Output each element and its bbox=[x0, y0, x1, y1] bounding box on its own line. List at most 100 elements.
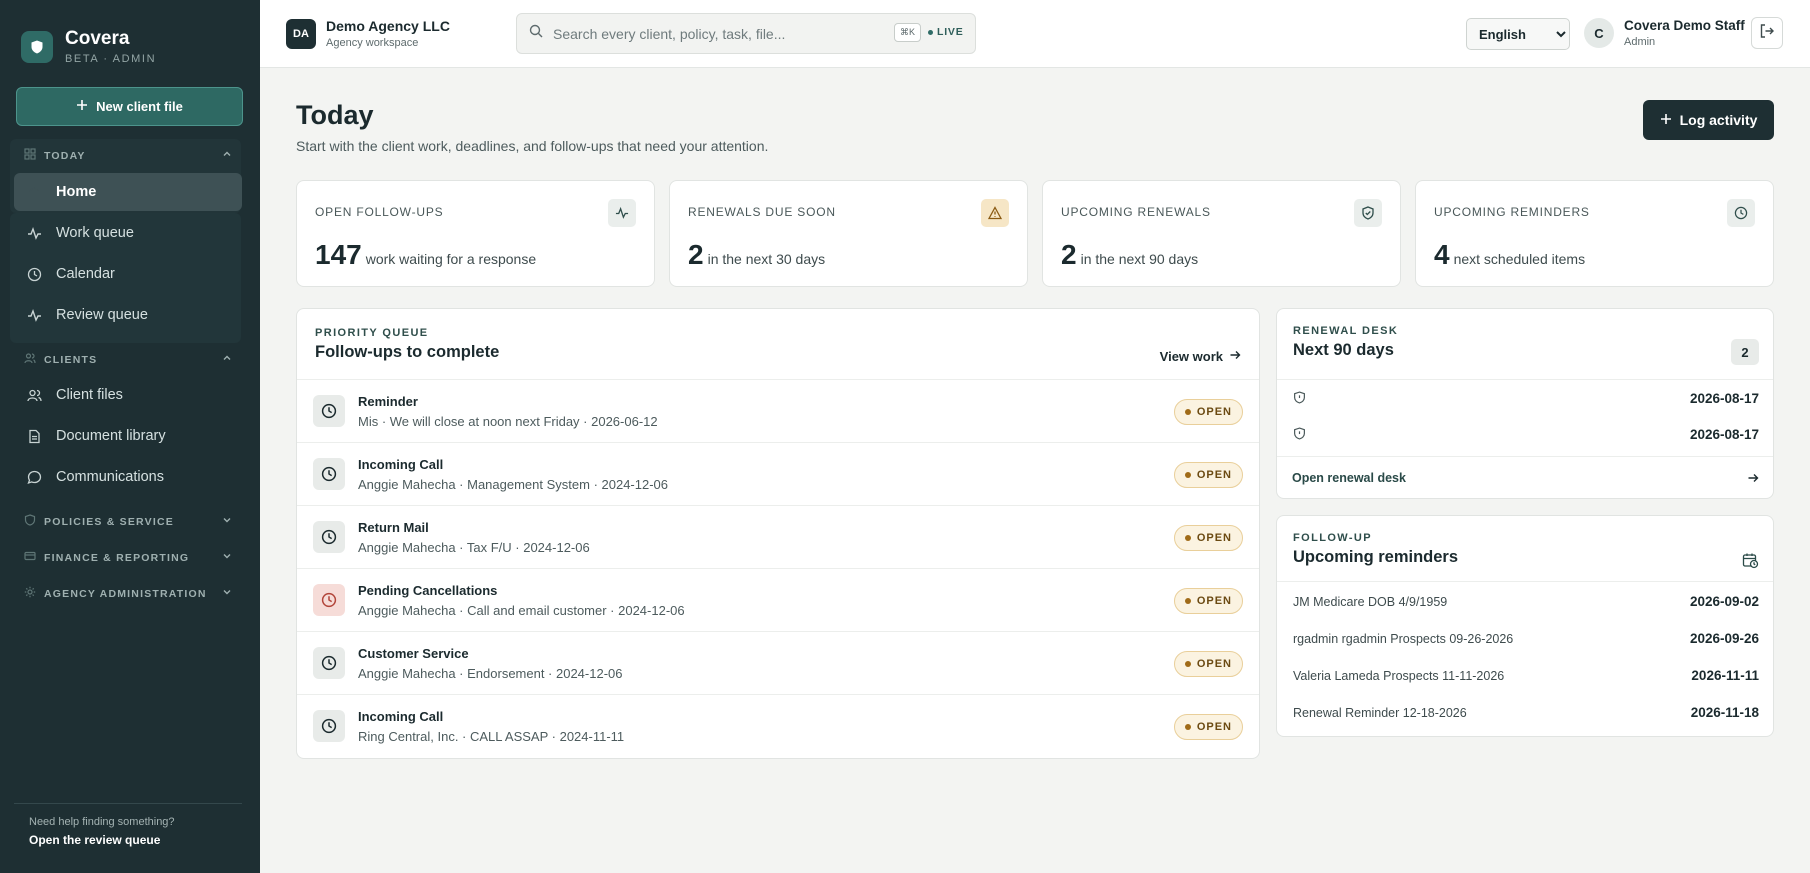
list-item[interactable]: rgadmin rgadmin Prospects 09-26-2026 202… bbox=[1277, 621, 1773, 658]
reminder-date: 2026-09-02 bbox=[1689, 594, 1759, 609]
plus-icon bbox=[76, 99, 88, 114]
user-menu[interactable]: C Covera Demo Staff Admin bbox=[1584, 18, 1745, 48]
activity-icon bbox=[26, 307, 42, 323]
status-badge: OPEN bbox=[1173, 525, 1243, 551]
renewal-desk-title: Next 90 days bbox=[1293, 341, 1394, 359]
status-dot-icon bbox=[1184, 724, 1191, 730]
logout-button[interactable] bbox=[1751, 17, 1783, 49]
table-row[interactable]: Return Mail Anggie Mahecha · Tax F/U · 2… bbox=[297, 505, 1259, 568]
shield-check-icon bbox=[1354, 199, 1382, 227]
stat-upcoming-reminders[interactable]: UPCOMING REMINDERS 4 next scheduled item… bbox=[1415, 180, 1774, 287]
sidebar-item-client-files[interactable]: Client files bbox=[14, 376, 242, 414]
list-item[interactable]: Renewal Reminder 12-18-2026 2026-11-18 bbox=[1277, 695, 1773, 732]
sidebar-item-label: Work queue bbox=[56, 225, 134, 241]
sidebar-item-calendar[interactable]: Calendar bbox=[14, 255, 242, 293]
top-bar: DA Demo Agency LLC Agency workspace ⌘K L… bbox=[260, 0, 1810, 68]
status-dot-icon bbox=[1184, 409, 1191, 415]
list-item[interactable]: 2026-08-17 bbox=[1277, 416, 1773, 453]
upcoming-reminders-card: FOLLOW-UP Upcoming reminders JM Medicare… bbox=[1276, 515, 1774, 737]
sidebar-item-communications[interactable]: Communications bbox=[14, 458, 242, 496]
chevron-down-icon bbox=[222, 587, 232, 600]
search-icon bbox=[529, 24, 543, 43]
gear-icon bbox=[24, 586, 36, 601]
clock-icon bbox=[313, 458, 345, 490]
open-renewal-desk-link[interactable]: Open renewal desk bbox=[1277, 456, 1773, 499]
page-subtitle: Start with the client work, deadlines, a… bbox=[296, 138, 769, 154]
open-renewal-desk-label: Open renewal desk bbox=[1292, 471, 1406, 485]
section-toggle-finance[interactable]: FINANCE & REPORTING bbox=[24, 550, 232, 565]
calendar-clock-icon[interactable] bbox=[1742, 552, 1759, 574]
sidebar-item-document-library[interactable]: Document library bbox=[14, 417, 242, 455]
new-client-file-button[interactable]: New client file bbox=[16, 87, 243, 126]
table-row[interactable]: Reminder Mis · We will close at noon nex… bbox=[297, 379, 1259, 442]
status-dot-icon bbox=[1184, 598, 1191, 604]
list-item[interactable]: 2026-08-17 bbox=[1277, 379, 1773, 416]
sidebar-item-home[interactable]: Home bbox=[14, 173, 242, 211]
reminder-date: 2026-11-18 bbox=[1690, 705, 1759, 720]
clock-icon bbox=[313, 584, 345, 616]
home-icon bbox=[26, 184, 42, 200]
sidebar-item-label: Calendar bbox=[56, 266, 115, 282]
renewal-date: 2026-08-17 bbox=[1689, 391, 1759, 406]
section-toggle-clients[interactable]: CLIENTS bbox=[24, 352, 232, 367]
section-toggle-admin[interactable]: AGENCY ADMINISTRATION bbox=[24, 586, 232, 601]
stat-upcoming-renewals[interactable]: UPCOMING RENEWALS 2 in the next 90 days bbox=[1042, 180, 1401, 287]
section-toggle-policies[interactable]: POLICIES & SERVICE bbox=[24, 514, 232, 529]
table-row[interactable]: Incoming Call Anggie Mahecha · Managemen… bbox=[297, 442, 1259, 505]
reminder-date: 2026-11-11 bbox=[1691, 668, 1759, 683]
sidebar-item-review-queue[interactable]: Review queue bbox=[14, 296, 242, 334]
section-label-policies: POLICIES & SERVICE bbox=[44, 515, 174, 528]
reminder-name: Renewal Reminder 12-18-2026 bbox=[1293, 706, 1467, 720]
new-client-file-label: New client file bbox=[96, 99, 183, 114]
clock-icon bbox=[1727, 199, 1755, 227]
stat-text: in the next 30 days bbox=[707, 251, 826, 267]
table-row[interactable]: Pending Cancellations Anggie Mahecha · C… bbox=[297, 568, 1259, 631]
table-row[interactable]: Incoming Call Ring Central, Inc. · CALL … bbox=[297, 694, 1259, 757]
status-label: OPEN bbox=[1196, 406, 1232, 418]
stat-text: in the next 90 days bbox=[1080, 251, 1199, 267]
stat-text: work waiting for a response bbox=[365, 251, 537, 267]
clock-icon bbox=[26, 266, 42, 282]
section-label-finance: FINANCE & REPORTING bbox=[44, 551, 190, 564]
stat-open-follow-ups[interactable]: OPEN FOLLOW-UPS 147 work waiting for a r… bbox=[296, 180, 655, 287]
avatar: C bbox=[1584, 18, 1614, 48]
sidebar-item-label: Home bbox=[56, 184, 97, 200]
document-icon bbox=[26, 428, 42, 444]
table-row[interactable]: Customer Service Anggie Mahecha · Endors… bbox=[297, 631, 1259, 694]
sidebar-item-work-queue[interactable]: Work queue bbox=[14, 214, 242, 252]
activity-icon bbox=[26, 225, 42, 241]
agency-switcher[interactable]: DA Demo Agency LLC Agency workspace bbox=[286, 18, 450, 49]
status-label: OPEN bbox=[1196, 658, 1232, 670]
status-dot-icon bbox=[1184, 472, 1191, 478]
stat-number: 2 bbox=[1061, 239, 1077, 270]
open-review-queue-link[interactable]: Open the review queue bbox=[29, 833, 242, 847]
section-toggle-today[interactable]: TODAY bbox=[24, 148, 232, 163]
reminder-name: rgadmin rgadmin Prospects 09-26-2026 bbox=[1293, 632, 1514, 646]
row-title: Incoming Call bbox=[358, 709, 444, 724]
status-label: OPEN bbox=[1196, 532, 1232, 544]
search-input[interactable] bbox=[553, 25, 883, 42]
list-item[interactable]: Valeria Lameda Prospects 11-11-2026 2026… bbox=[1277, 658, 1773, 695]
row-title: Incoming Call bbox=[358, 457, 444, 472]
stat-number: 4 bbox=[1434, 239, 1450, 270]
brand[interactable]: Covera BETA · ADMIN bbox=[21, 28, 156, 65]
brand-name: Covera bbox=[65, 28, 130, 49]
sidebar-item-label: Document library bbox=[56, 428, 166, 444]
users-icon bbox=[26, 387, 42, 403]
stat-renewals-due-soon[interactable]: RENEWALS DUE SOON 2 in the next 30 days bbox=[669, 180, 1028, 287]
help-text: Need help finding something? bbox=[29, 816, 175, 828]
user-role: Admin bbox=[1624, 36, 1656, 48]
log-activity-button[interactable]: Log activity bbox=[1643, 100, 1774, 140]
view-work-link[interactable]: View work bbox=[1160, 349, 1241, 364]
list-item[interactable]: JM Medicare DOB 4/9/1959 2026-09-02 bbox=[1277, 584, 1773, 621]
stat-label: RENEWALS DUE SOON bbox=[688, 205, 836, 219]
row-title: Customer Service bbox=[358, 646, 469, 661]
users-icon bbox=[24, 352, 36, 367]
row-title: Pending Cancellations bbox=[358, 583, 498, 598]
chevron-up-icon bbox=[222, 149, 232, 162]
sidebar: Covera BETA · ADMIN New client file TODA… bbox=[0, 0, 260, 873]
row-meta: Anggie Mahecha · Call and email customer… bbox=[358, 603, 685, 618]
priority-queue-card: PRIORITY QUEUE Follow-ups to complete Vi… bbox=[296, 308, 1260, 759]
language-select[interactable]: English bbox=[1466, 18, 1570, 50]
stat-label: UPCOMING REMINDERS bbox=[1434, 205, 1590, 219]
